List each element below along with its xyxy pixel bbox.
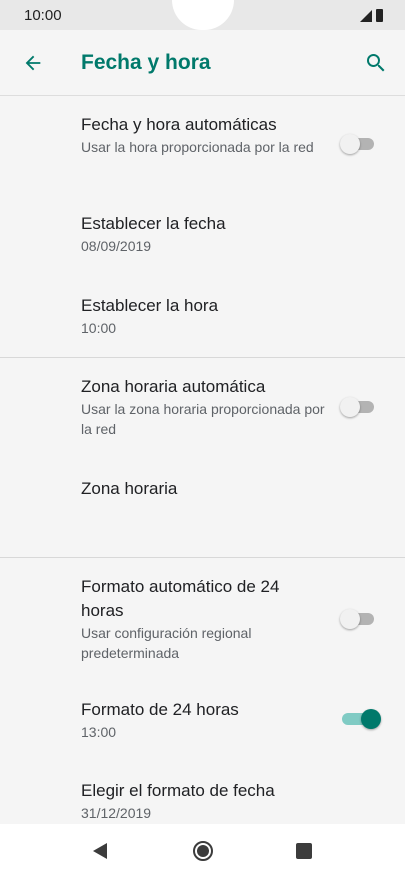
pref-summary: Usar configuración regional predetermina… [81,625,252,661]
pref-date-format[interactable]: Elegir el formato de fecha 31/12/2019 [0,764,405,824]
pref-time-zone[interactable]: Zona horaria [0,448,405,557]
status-time: 10:00 [24,7,62,24]
pref-summary: Usar la hora proporcionada por la red [81,139,314,155]
switch-thumb [340,397,360,417]
switch-thumb [361,709,381,729]
pref-auto-date-time[interactable]: Fecha y hora automáticas Usar la hora pr… [0,96,405,202]
preference-list[interactable]: Fecha y hora automáticas Usar la hora pr… [0,96,405,824]
24h-format-switch[interactable] [340,704,381,734]
pref-summary: 10:00 [81,320,117,336]
switch-thumb [340,134,360,154]
search-icon [367,54,385,72]
pref-title: Zona horaria automática [81,377,266,396]
status-bar: 10:00 [0,0,405,30]
pref-title: Establecer la hora [81,296,219,315]
pref-summary: Usar la zona horaria proporcionada por l… [81,401,325,437]
pref-set-time[interactable]: Establecer la hora 10:00 [0,284,405,356]
nav-home-button[interactable] [185,834,221,868]
auto-date-time-switch[interactable] [340,129,376,159]
signal-icon [360,10,372,22]
nav-recents-button[interactable] [286,834,322,868]
nav-back-button[interactable] [82,834,118,868]
pref-title: Formato automático de 24 horas [81,577,280,620]
back-button[interactable] [18,48,48,78]
status-icons [360,9,383,22]
auto-24h-format-switch[interactable] [340,604,376,634]
navigation-bar [0,824,405,878]
pref-title: Formato de 24 horas [81,700,239,719]
pref-auto-24h-format[interactable]: Formato automático de 24 horas Usar conf… [0,558,405,684]
nav-home-icon [193,841,213,861]
pref-title: Fecha y hora automáticas [81,115,277,134]
pref-title: Establecer la fecha [81,214,226,233]
search-button[interactable] [361,48,391,78]
pref-summary: 13:00 [81,724,117,740]
nav-recents-icon [296,843,312,859]
app-bar: Fecha y hora [0,30,405,96]
nav-back-icon [93,843,107,859]
pref-title: Zona horaria [81,479,178,498]
pref-summary: 31/12/2019 [81,805,152,821]
auto-time-zone-switch[interactable] [340,392,376,422]
pref-auto-time-zone[interactable]: Zona horaria automática Usar la zona hor… [0,358,405,448]
arrow-back-icon [25,55,41,71]
pref-set-date[interactable]: Establecer la fecha 08/09/2019 [0,202,405,284]
pref-24h-format[interactable]: Formato de 24 horas 13:00 [0,684,405,764]
switch-thumb [340,609,360,629]
battery-icon [376,9,383,22]
page-title: Fecha y hora [81,51,211,74]
camera-notch [172,0,234,30]
pref-title: Elegir el formato de fecha [81,781,275,800]
pref-summary: 08/09/2019 [81,238,152,254]
